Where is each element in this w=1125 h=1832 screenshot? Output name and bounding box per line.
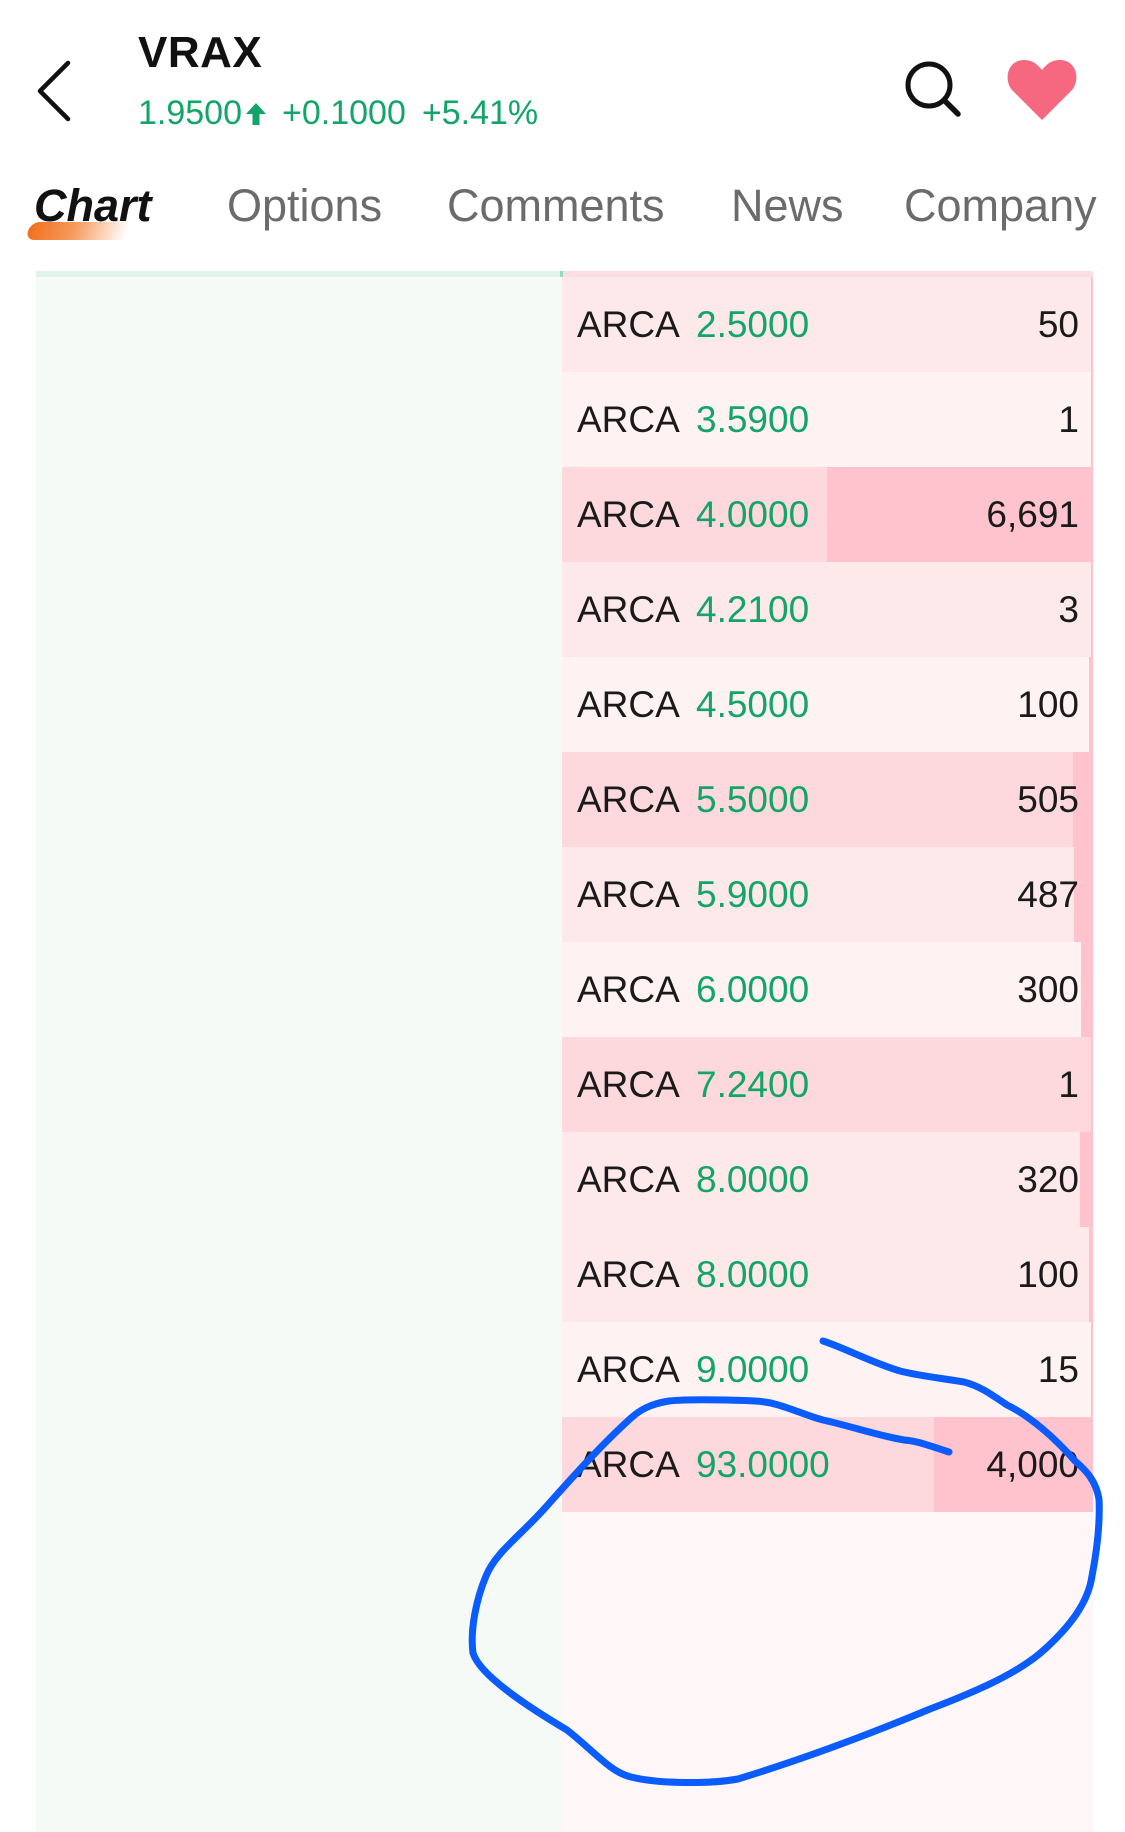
quote-line: 1.9500 +0.1000 +5.41% [138,94,538,133]
ticker-title: VRAX [138,28,263,77]
tab-options[interactable]: Options [227,180,382,232]
volume-depth-bar [1091,1037,1093,1132]
exchange-label: ARCA [577,969,680,1010]
ask-order-row[interactable]: ARCA 8.0000 100 [562,1227,1093,1322]
exchange-label: ARCA [577,1159,680,1200]
order-volume: 320 [1017,1159,1079,1200]
chevron-left-icon [37,60,71,122]
order-volume: 6,691 [986,494,1079,535]
tab-bar: Chart Options Comments News Company [0,180,1125,250]
order-price: 93.0000 [696,1444,830,1485]
order-volume: 100 [1017,684,1079,725]
bid-panel [36,271,562,1832]
ask-order-row[interactable]: ARCA 5.5000 505 [562,752,1093,847]
order-price: 6.0000 [696,969,810,1010]
ask-order-list: ARCA 2.5000 50 ARCA 3.5900 1 ARCA 4.0000 6,691 AR… [562,277,1093,1512]
ask-order-row[interactable]: ARCA 4.2100 3 [562,562,1093,657]
ask-order-row[interactable]: ARCA 3.5900 1 [562,372,1093,467]
order-volume: 3 [1058,589,1079,630]
ask-order-row[interactable]: ARCA 9.0000 15 [562,1322,1093,1417]
volume-depth-bar [1091,277,1093,372]
order-volume: 505 [1017,779,1079,820]
exchange-label: ARCA [577,304,680,345]
price-change-percent: +5.41% [421,94,539,132]
heart-filled-icon [1007,60,1077,120]
volume-depth-bar [1081,942,1093,1037]
tab-comments[interactable]: Comments [447,180,665,232]
ask-order-row[interactable]: ARCA 8.0000 320 [562,1132,1093,1227]
ask-order-row[interactable]: ARCA 6.0000 300 [562,942,1093,1037]
order-volume: 1 [1058,1064,1079,1105]
order-price: 9.0000 [696,1349,810,1390]
favorite-button[interactable] [1005,56,1079,122]
tab-news[interactable]: News [731,180,844,232]
volume-depth-bar [1091,1322,1093,1417]
exchange-label: ARCA [577,1444,680,1485]
back-button[interactable] [32,55,82,125]
order-price: 8.0000 [696,1159,810,1200]
order-price: 4.2100 [696,589,810,630]
volume-depth-bar [1080,1132,1093,1227]
exchange-label: ARCA [577,494,680,535]
order-price: 2.5000 [696,304,810,345]
arrow-up-icon [246,102,266,125]
order-price: 8.0000 [696,1254,810,1295]
order-price: 4.5000 [696,684,810,725]
search-icon [905,61,961,117]
ask-order-row[interactable]: ARCA 93.0000 4,000 [562,1417,1093,1512]
exchange-label: ARCA [577,874,680,915]
order-volume: 100 [1017,1254,1079,1295]
ask-order-row[interactable]: ARCA 4.5000 100 [562,657,1093,752]
exchange-label: ARCA [577,1349,680,1390]
ask-order-row[interactable]: ARCA 5.9000 487 [562,847,1093,942]
order-volume: 487 [1017,874,1079,915]
volume-depth-bar [1091,562,1093,657]
order-price: 7.2400 [696,1064,810,1105]
order-price: 5.5000 [696,779,810,820]
tab-company[interactable]: Company [904,180,1097,232]
search-button[interactable] [902,58,964,120]
exchange-label: ARCA [577,684,680,725]
price-change: +0.1000 [282,94,406,132]
last-price: 1.9500 [138,94,242,132]
ask-order-row[interactable]: ARCA 4.0000 6,691 [562,467,1093,562]
order-volume: 4,000 [986,1444,1079,1485]
volume-depth-bar [1089,657,1093,752]
exchange-label: ARCA [577,399,680,440]
order-volume: 15 [1037,1349,1079,1390]
bid-panel-header [36,271,562,277]
exchange-label: ARCA [577,779,680,820]
volume-depth-bar [1089,1227,1093,1322]
ask-order-row[interactable]: ARCA 2.5000 50 [562,277,1093,372]
exchange-label: ARCA [577,1064,680,1105]
exchange-label: ARCA [577,589,680,630]
exchange-label: ARCA [577,1254,680,1295]
tab-chart[interactable]: Chart [34,180,152,232]
order-price: 5.9000 [696,874,810,915]
order-price: 4.0000 [696,494,810,535]
order-volume: 1 [1058,399,1079,440]
order-volume: 50 [1037,304,1079,345]
volume-depth-bar [1091,372,1093,467]
order-price: 3.5900 [696,399,810,440]
ask-order-row[interactable]: ARCA 7.2400 1 [562,1037,1093,1132]
order-volume: 300 [1017,969,1079,1010]
